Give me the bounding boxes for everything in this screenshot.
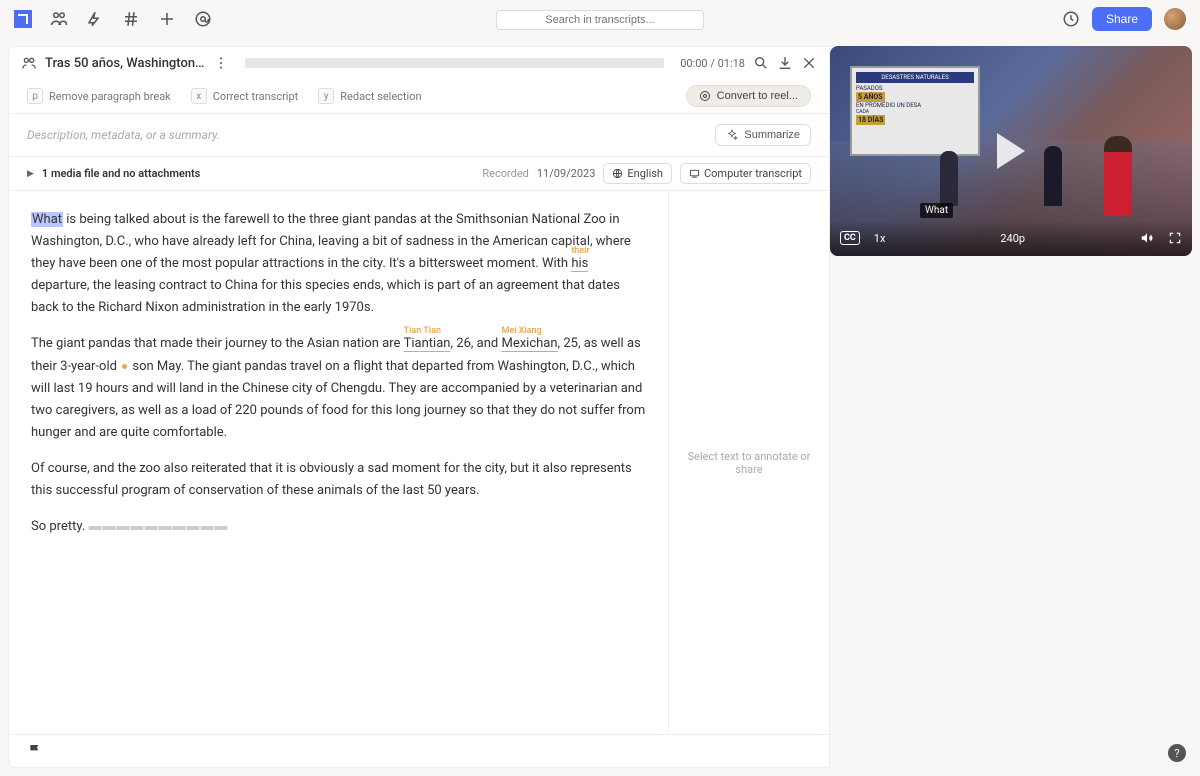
document-title: Tras 50 años, Washington ... bbox=[45, 56, 205, 71]
plus-icon[interactable] bbox=[158, 10, 176, 28]
kbd-x: x bbox=[191, 88, 207, 104]
redacted-text: ▬▬▬▬▬▬▬▬▬▬ bbox=[88, 519, 228, 534]
insertion-marker bbox=[122, 364, 127, 369]
attachments-toggle[interactable]: 1 media file and no attachments bbox=[42, 167, 200, 180]
flag-icon[interactable] bbox=[27, 743, 43, 759]
transcript-paragraph: The giant pandas that made their journey… bbox=[31, 333, 646, 443]
remove-break-action[interactable]: Remove paragraph break bbox=[49, 90, 171, 103]
recorded-label: Recorded bbox=[482, 167, 529, 180]
search-input[interactable] bbox=[496, 10, 704, 30]
app-logo[interactable] bbox=[14, 10, 32, 28]
play-button[interactable] bbox=[997, 133, 1025, 169]
hash-icon[interactable] bbox=[122, 10, 140, 28]
time-display: 00:00 / 01:18 bbox=[680, 57, 745, 70]
search-icon[interactable] bbox=[753, 55, 769, 71]
correction-tiantian: Tian TianTiantian bbox=[404, 336, 451, 352]
video-caption: What bbox=[920, 203, 953, 218]
video-player[interactable]: DESASTRES NATURALES PASADOS 5 AÑOS EN PR… bbox=[830, 46, 1192, 256]
convert-reel-button[interactable]: Convert to reel... bbox=[686, 85, 811, 107]
kbd-y: y bbox=[318, 88, 334, 104]
transcript-paragraph: What is being talked about is the farewe… bbox=[31, 209, 646, 319]
transcript-type-chip[interactable]: Computer transcript bbox=[680, 163, 811, 184]
fullscreen-icon[interactable] bbox=[1168, 231, 1182, 245]
volume-icon[interactable] bbox=[1140, 231, 1154, 245]
kbd-p: p bbox=[27, 88, 43, 104]
speed-control[interactable]: 1x bbox=[874, 232, 886, 245]
annotation-panel: Select text to annotate or share bbox=[669, 191, 829, 734]
share-button[interactable]: Share bbox=[1092, 7, 1152, 31]
video-graphic: DESASTRES NATURALES PASADOS 5 AÑOS EN PR… bbox=[850, 66, 980, 156]
transcript-paragraph: Of course, and the zoo also reiterated t… bbox=[31, 458, 646, 502]
correction-his: theirhis bbox=[571, 256, 588, 272]
close-icon[interactable] bbox=[801, 55, 817, 71]
correct-action[interactable]: Correct transcript bbox=[213, 90, 299, 103]
people-icon[interactable] bbox=[50, 10, 68, 28]
download-icon[interactable] bbox=[777, 55, 793, 71]
description-field[interactable]: Description, metadata, or a summary. bbox=[27, 128, 707, 142]
recorded-date: 11/09/2023 bbox=[537, 167, 596, 180]
avatar[interactable] bbox=[1164, 8, 1186, 30]
progress-bar[interactable] bbox=[245, 58, 664, 68]
history-icon[interactable] bbox=[1062, 10, 1080, 28]
more-icon[interactable] bbox=[213, 55, 229, 71]
correction-mexichan: Mei XiangMexichan bbox=[501, 336, 557, 352]
people-small-icon bbox=[21, 55, 37, 71]
cc-button[interactable]: CC bbox=[840, 231, 860, 245]
transcript-body[interactable]: What is being talked about is the farewe… bbox=[9, 191, 669, 734]
redact-action[interactable]: Redact selection bbox=[340, 90, 421, 103]
help-button[interactable]: ? bbox=[1168, 744, 1186, 762]
transcript-paragraph: So pretty. ▬▬▬▬▬▬▬▬▬▬ bbox=[31, 516, 646, 538]
highlight-icon[interactable] bbox=[86, 10, 104, 28]
highlighted-word: What bbox=[31, 212, 63, 227]
mention-icon[interactable] bbox=[194, 10, 212, 28]
quality-control[interactable]: 240p bbox=[1000, 232, 1025, 245]
summarize-button[interactable]: Summarize bbox=[715, 124, 811, 146]
language-chip[interactable]: English bbox=[603, 163, 672, 184]
